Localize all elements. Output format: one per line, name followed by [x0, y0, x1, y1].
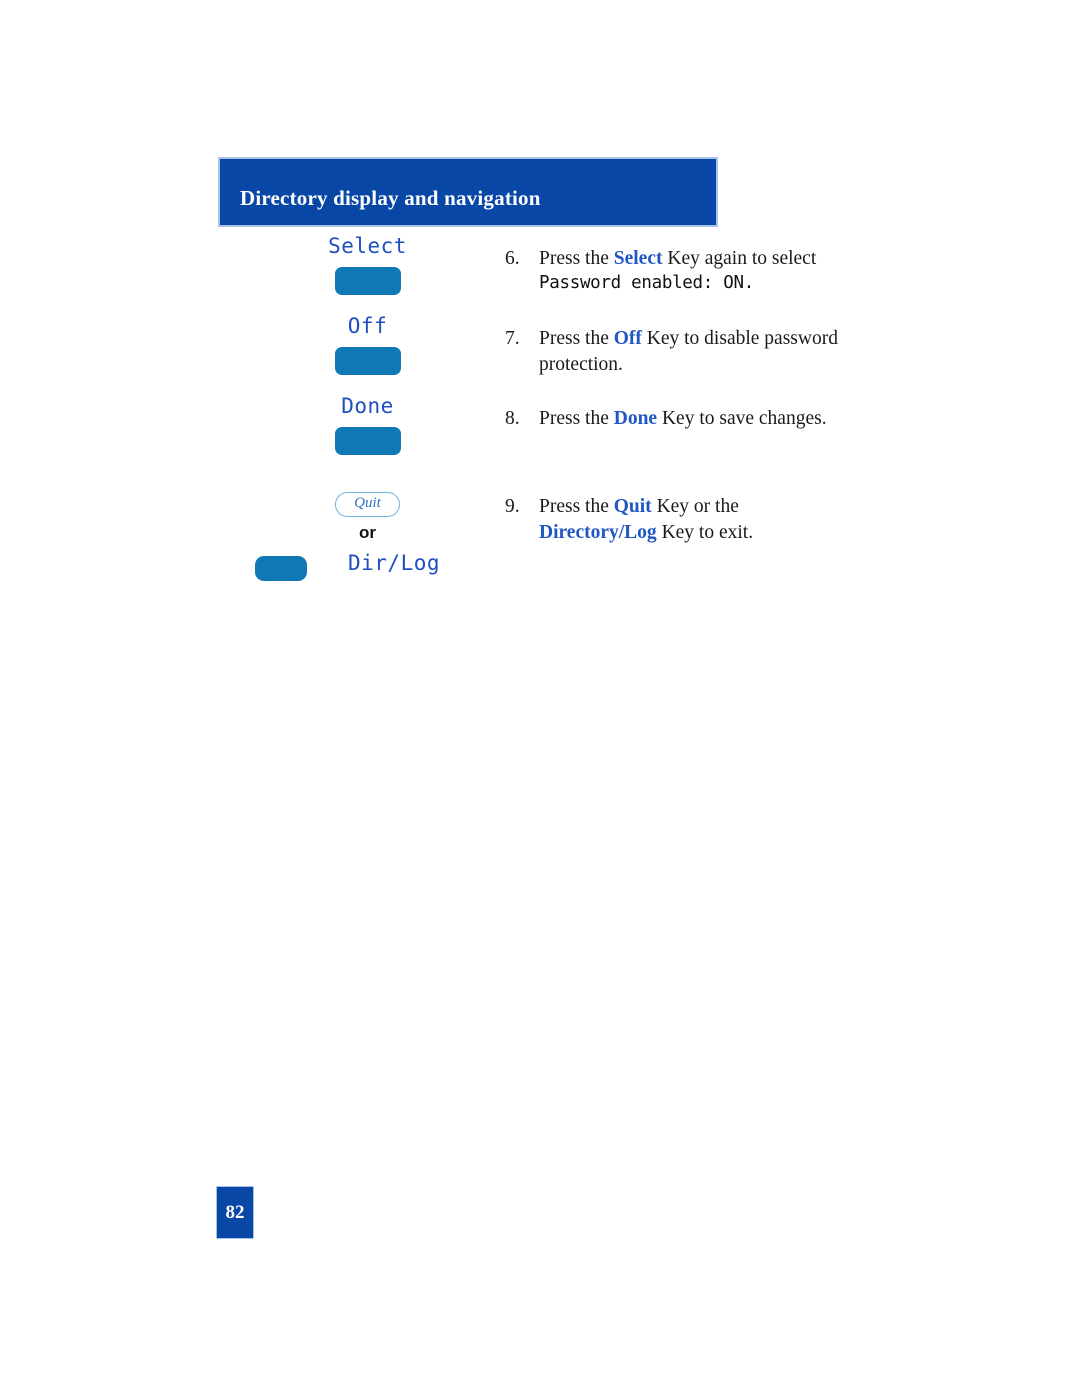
- step-block-7: Off 7. Press the Off Key to disable pass…: [0, 316, 1080, 396]
- softkey-label-done: Done: [341, 394, 394, 418]
- dirlog-key-label: Dir/Log: [348, 550, 441, 575]
- step-block-6: Select 6. Press the Select Key again to …: [0, 236, 1080, 316]
- step-7-text-after: Key to disable password: [641, 328, 838, 349]
- softkey-illustration-select: Select: [240, 236, 495, 300]
- step-body-8: Press the Done Key to save changes.: [539, 406, 925, 432]
- step-7-second-line: protection.: [539, 353, 623, 375]
- step-7-keyword: Off: [613, 328, 642, 349]
- step-8-text-after: Key to save changes.: [657, 408, 827, 429]
- step-number-8: 8.: [505, 408, 520, 429]
- step-9-keyword: Quit: [613, 496, 652, 517]
- step-8-text-before: Press the: [539, 408, 614, 429]
- step-body-7: Press the Off Key to disable password pr…: [539, 326, 925, 378]
- page-header-banner: Directory display and navigation: [218, 157, 718, 227]
- quit-key-button[interactable]: Quit: [335, 492, 400, 517]
- step-7-text-before: Press the: [539, 328, 614, 349]
- step-block-9: Quit or Dir/Log 9. Press the Quit Key or…: [0, 476, 1080, 586]
- page-number: 82: [225, 1201, 245, 1223]
- page-content: Select 6. Press the Select Key again to …: [0, 236, 1080, 586]
- softkey-button-select[interactable]: [334, 267, 401, 295]
- step-text-8: 8. Press the Done Key to save changes.: [505, 406, 925, 432]
- step-number-6: 6.: [505, 248, 520, 269]
- softkey-label-off: Off: [347, 314, 388, 338]
- step-9-text-after: Key or the: [651, 496, 739, 517]
- step-6-keyword: Select: [613, 248, 663, 269]
- step-9-keyword-2: Directory/Log: [539, 521, 657, 543]
- step-number-7: 7.: [505, 328, 520, 349]
- softkey-label-select: Select: [328, 234, 407, 258]
- step-9-second-line: Directory/Log Key to exit.: [539, 520, 925, 546]
- step-9-text-before: Press the: [539, 496, 614, 517]
- softkey-illustration-off: Off: [240, 316, 495, 380]
- step-body-9: Press the Quit Key or the Directory/Log …: [539, 494, 925, 546]
- dirlog-key-row: Dir/Log: [240, 551, 495, 585]
- dirlog-key-button[interactable]: [255, 555, 307, 581]
- step-6-lcd-text: Password enabled: ON.: [539, 272, 754, 293]
- softkey-button-off[interactable]: [334, 347, 401, 375]
- page-number-box: 82: [216, 1186, 254, 1239]
- softkey-illustration-quit-dirlog: Quit or Dir/Log: [240, 492, 495, 585]
- step-body-6: Press the Select Key again to select Pas…: [539, 246, 925, 295]
- softkey-button-done[interactable]: [334, 427, 401, 455]
- step-6-text-before: Press the: [539, 248, 614, 269]
- step-8-keyword: Done: [613, 408, 658, 429]
- step-number-9: 9.: [505, 496, 520, 517]
- or-separator-label: or: [359, 522, 376, 542]
- step-6-text-after: Key again to select: [662, 248, 817, 269]
- step-block-8: Done 8. Press the Done Key to save chang…: [0, 396, 1080, 476]
- step-text-6: 6. Press the Select Key again to select …: [505, 246, 925, 295]
- page-title: Directory display and navigation: [240, 186, 541, 210]
- step-text-9: 9. Press the Quit Key or the Directory/L…: [505, 494, 925, 546]
- step-9-text-after-2: Key to exit.: [656, 521, 754, 543]
- step-text-7: 7. Press the Off Key to disable password…: [505, 326, 925, 378]
- softkey-illustration-done: Done: [240, 396, 495, 460]
